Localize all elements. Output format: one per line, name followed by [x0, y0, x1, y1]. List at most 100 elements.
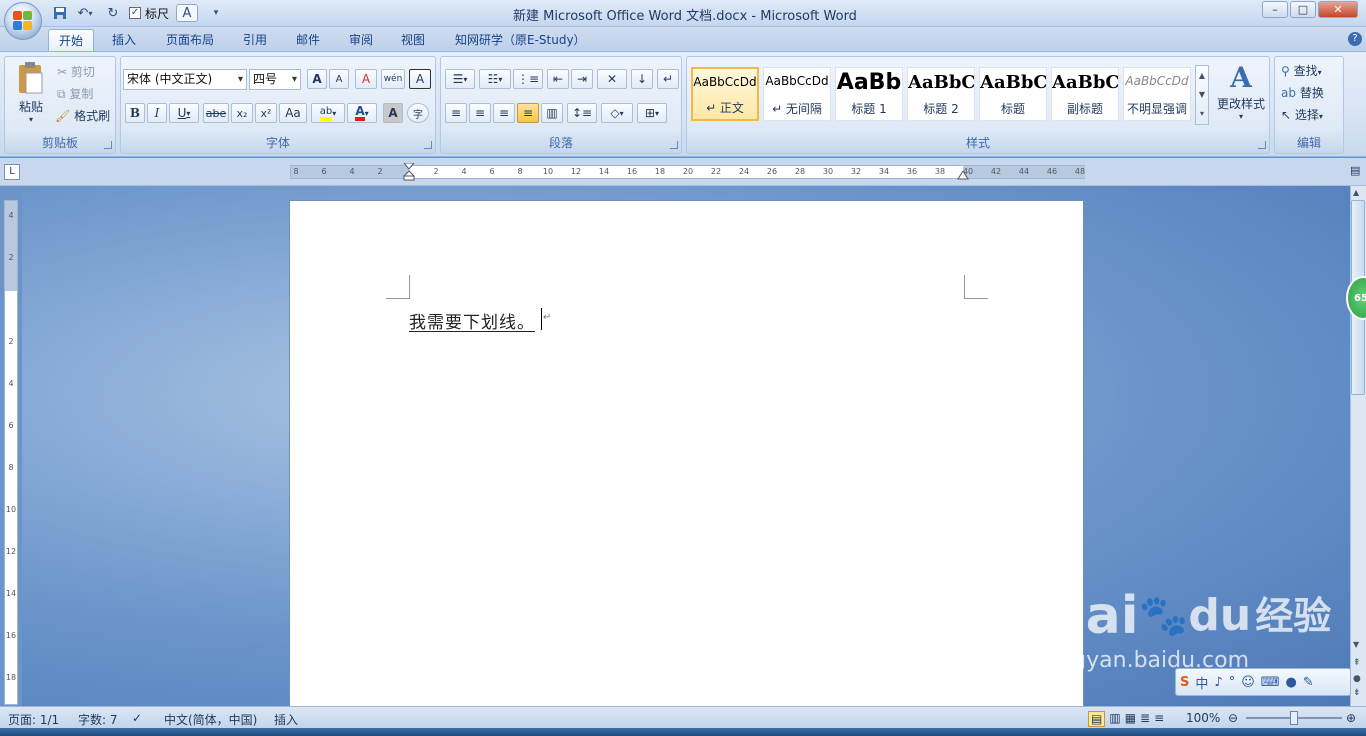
insert-mode[interactable]: 插入 [274, 711, 298, 728]
change-case-button[interactable]: Aa [279, 103, 307, 123]
clipboard-launcher-icon[interactable] [104, 141, 112, 149]
copy-button[interactable]: ⧉ 复制 [57, 85, 93, 102]
sort-icon[interactable]: ↓ [631, 69, 653, 89]
customize-qat-icon[interactable]: ▾ [210, 4, 222, 22]
paragraph-launcher-icon[interactable] [670, 141, 678, 149]
print-layout-icon[interactable]: ▤ [1088, 711, 1106, 727]
format-painter-button[interactable]: 🖌 格式刷 [55, 107, 110, 124]
more-styles-icon[interactable]: ▾ [1196, 104, 1208, 123]
language-status[interactable]: 中文(简体，中国) [164, 711, 257, 728]
help-icon[interactable]: ? [1348, 32, 1362, 46]
show-marks-icon[interactable]: ↵ [657, 69, 679, 89]
replace-button[interactable]: ab 替换 [1281, 84, 1324, 101]
zoom-out-icon[interactable]: ⊖ [1228, 711, 1238, 725]
page-count[interactable]: 页面: 1/1 [8, 711, 59, 728]
borders-icon[interactable]: ⊞ ▾ [637, 103, 667, 123]
indent-marker-icon[interactable] [402, 162, 416, 181]
style-normal[interactable]: AaBbCcDd ↵ 正文 [691, 67, 759, 121]
char-shading-button[interactable]: A [383, 103, 403, 123]
grow-font-button[interactable]: A [307, 69, 327, 89]
word-count[interactable]: 字数: 7 [78, 711, 118, 728]
style-title[interactable]: AaBbC 标题 [979, 67, 1047, 121]
style-subtitle[interactable]: AaBbC 副标题 [1051, 67, 1119, 121]
font-size-select[interactable]: 四号 [249, 69, 301, 90]
highlight-button[interactable]: ab ▾ [311, 103, 345, 123]
horizontal-ruler[interactable]: 8 6 4 2 2 4 6 8 10 12 14 16 18 20 22 24 26 28 30 32 34 36 38 40… [290, 162, 1085, 181]
zoom-in-icon[interactable]: ⊕ [1346, 711, 1356, 725]
next-page-icon[interactable]: ⇟ [1353, 688, 1361, 698]
fullwidth-icon[interactable]: ° [1229, 675, 1236, 690]
minimize-button[interactable]: – [1262, 1, 1288, 18]
underline-button[interactable]: U ▾ [169, 103, 199, 123]
redo-icon[interactable]: ↻ [104, 4, 122, 22]
spelling-icon[interactable]: A [176, 4, 198, 22]
char-border-button[interactable]: A [409, 69, 431, 89]
align-right-icon[interactable]: ≡ [493, 103, 515, 123]
ime-toolbar[interactable]: S 中 ♪ ° ☺ ⌨ ● ✎ [1175, 668, 1351, 696]
styles-launcher-icon[interactable] [1258, 141, 1266, 149]
paste-button[interactable]: 粘贴 ▾ [11, 61, 51, 127]
align-left-icon[interactable]: ≡ [445, 103, 467, 123]
style-subtle-emphasis[interactable]: AaBbCcDd 不明显强调 [1123, 67, 1191, 121]
keyboard-icon[interactable]: ⌨ [1261, 675, 1280, 690]
bold-button[interactable]: B [125, 103, 145, 123]
clear-format-icon[interactable]: A [355, 69, 377, 89]
prev-page-icon[interactable]: ⇞ [1353, 658, 1361, 668]
subscript-button[interactable]: x₂ [231, 103, 253, 123]
zoom-level[interactable]: 100% [1186, 711, 1220, 725]
superscript-button[interactable]: x² [255, 103, 277, 123]
tab-home[interactable]: 开始 [48, 29, 95, 52]
browse-object-icon[interactable]: ● [1353, 674, 1361, 684]
emoji-icon[interactable]: ☺ [1241, 675, 1255, 690]
tab-view[interactable]: 视图 [391, 29, 435, 52]
increase-indent-icon[interactable]: ⇥ [571, 69, 593, 89]
chinese-layout-icon[interactable]: ✕ [597, 69, 627, 89]
ruler-toggle[interactable]: ✓ 标尺 [126, 4, 172, 22]
scroll-down-arrow-icon[interactable]: ▼ [1353, 640, 1359, 649]
view-ruler-icon[interactable]: ▤ [1350, 164, 1364, 180]
style-heading-1[interactable]: AaBb 标题 1 [835, 67, 903, 121]
tab-mailings[interactable]: 邮件 [286, 29, 330, 52]
save-icon[interactable] [52, 4, 68, 22]
tab-references[interactable]: 引用 [233, 29, 277, 52]
tab-estudy[interactable]: 知网研学（原E-Study） [445, 29, 596, 52]
style-no-spacing[interactable]: AaBbCcDd ↵ 无间隔 [763, 67, 831, 121]
distributed-icon[interactable]: ▥ [541, 103, 563, 123]
scroll-up-icon[interactable]: ▲ [1196, 66, 1208, 85]
scroll-up-arrow-icon[interactable]: ▲ [1353, 188, 1359, 197]
right-indent-marker-icon[interactable] [957, 170, 969, 180]
user-icon[interactable]: ● [1286, 675, 1297, 690]
tab-review[interactable]: 审阅 [339, 29, 383, 52]
enclose-char-button[interactable]: 字 [407, 103, 429, 123]
find-button[interactable]: ⚲ 查找▾ [1281, 62, 1322, 79]
scroll-down-icon[interactable]: ▼ [1196, 85, 1208, 104]
select-button[interactable]: ↖ 选择▾ [1281, 106, 1323, 123]
checkbox-icon[interactable]: ✓ [128, 7, 141, 19]
style-heading-2[interactable]: AaBbC 标题 2 [907, 67, 975, 121]
numbering-button[interactable]: ☷ ▾ [479, 69, 511, 89]
styles-scroll[interactable]: ▲ ▼ ▾ [1195, 65, 1209, 125]
strikethrough-button[interactable]: abe [203, 103, 229, 123]
maximize-button[interactable]: □ [1290, 1, 1316, 18]
font-color-button[interactable]: A ▾ [347, 103, 377, 123]
punctuation-icon[interactable]: ♪ [1214, 675, 1222, 690]
office-button[interactable] [4, 2, 42, 40]
full-screen-reading-icon[interactable]: ▥ [1109, 711, 1120, 727]
undo-icon[interactable]: ↶ ▾ [72, 4, 98, 22]
multilevel-list-button[interactable]: ⋮≡ [513, 69, 543, 89]
tab-insert[interactable]: 插入 [102, 29, 146, 52]
tab-selector-icon[interactable]: L [4, 164, 20, 180]
font-launcher-icon[interactable] [424, 141, 432, 149]
zoom-slider-thumb[interactable] [1290, 711, 1298, 725]
ime-mode[interactable]: 中 [1195, 673, 1208, 692]
line-spacing-icon[interactable]: ↕≡ [567, 103, 597, 123]
shrink-font-button[interactable]: A [329, 69, 349, 89]
tab-page-layout[interactable]: 页面布局 [156, 29, 224, 52]
vertical-ruler[interactable]: 4 2 2 4 6 8 10 12 14 16 18 [4, 200, 18, 705]
outline-icon[interactable]: ≣ [1140, 711, 1150, 727]
cut-button[interactable]: ✂ 剪切 [57, 63, 95, 80]
align-center-icon[interactable]: ≡ [469, 103, 491, 123]
document-text[interactable]: 我需要下划线。 [409, 308, 535, 333]
paste-dropdown-icon[interactable]: ▾ [11, 115, 51, 124]
document-page[interactable] [289, 200, 1084, 710]
